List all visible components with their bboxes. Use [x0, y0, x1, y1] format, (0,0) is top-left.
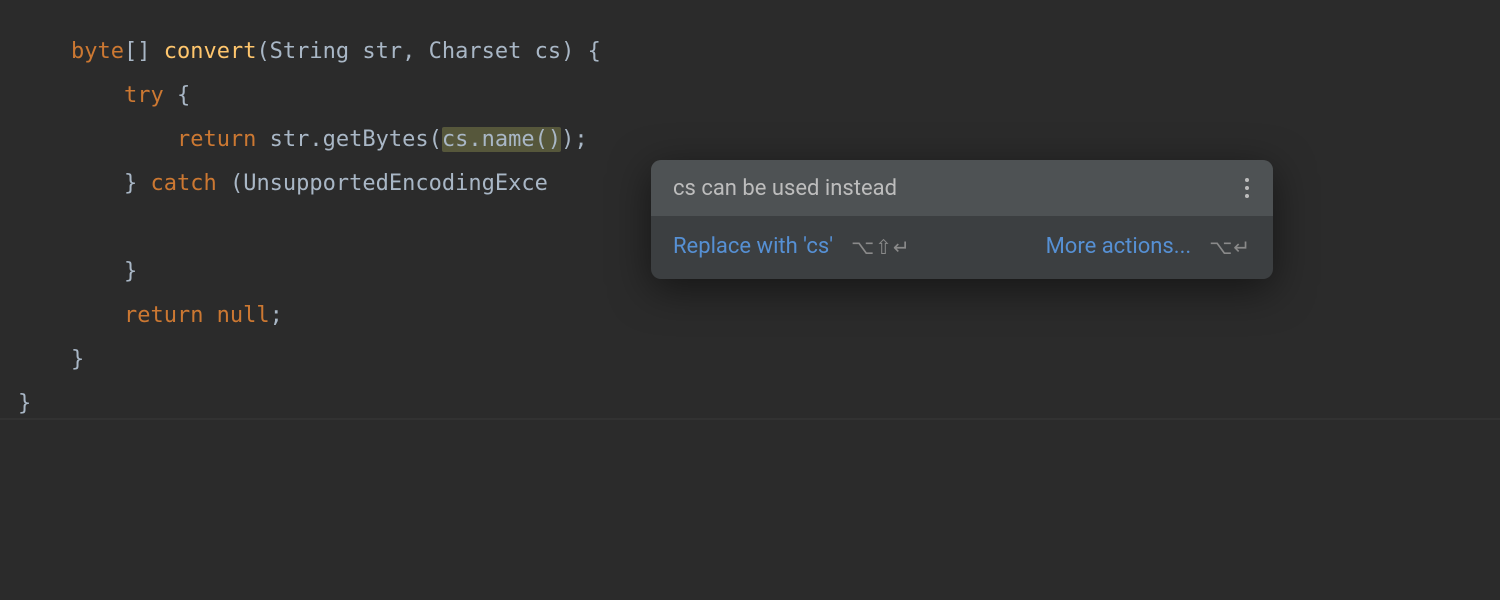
empty-line	[18, 215, 31, 240]
keyword-byte: byte	[71, 39, 124, 64]
keyword-return-null: return null	[124, 303, 270, 328]
popup-header: cs can be used instead	[651, 160, 1273, 216]
indent	[71, 259, 124, 284]
intention-popup: cs can be used instead Replace with 'cs'…	[651, 160, 1273, 279]
more-actions-link[interactable]: More actions...	[1046, 234, 1192, 259]
indent	[71, 303, 124, 328]
keyword-return: return	[177, 127, 256, 152]
editor-end-indicator	[0, 418, 1500, 420]
method-params: (String str, Charset cs) {	[256, 39, 600, 64]
brace: {	[164, 83, 191, 108]
popup-body: Replace with 'cs' ⌥⇧↵ More actions... ⌥↵	[651, 216, 1273, 279]
brace: }	[124, 259, 137, 284]
keyword-try: try	[124, 83, 164, 108]
replace-action-link[interactable]: Replace with 'cs'	[673, 234, 833, 259]
code-line[interactable]: return null;	[18, 294, 1500, 338]
brace: }	[18, 391, 31, 416]
more-actions-shortcut: ⌥↵	[1209, 235, 1251, 259]
catch-params: (UnsupportedEncodingExce	[217, 171, 548, 196]
code-line[interactable]: return str.getBytes(cs.name());	[18, 118, 1500, 162]
method-call-end: );	[561, 127, 588, 152]
brace: }	[71, 347, 84, 372]
method-call: str.getBytes(	[256, 127, 441, 152]
indent	[71, 83, 124, 108]
brace-close: }	[124, 171, 151, 196]
code-line[interactable]: }	[18, 338, 1500, 382]
method-name: convert	[164, 39, 257, 64]
code-line[interactable]: byte[] convert(String str, Charset cs) {	[18, 30, 1500, 74]
indent	[71, 127, 177, 152]
semicolon: ;	[270, 303, 283, 328]
keyword-catch: catch	[150, 171, 216, 196]
code-line[interactable]: try {	[18, 74, 1500, 118]
highlighted-expression[interactable]: cs.name()	[442, 127, 561, 152]
popup-title: cs can be used instead	[673, 176, 897, 201]
more-vertical-icon[interactable]	[1241, 174, 1253, 202]
indent	[71, 171, 124, 196]
replace-shortcut: ⌥⇧↵	[851, 235, 911, 259]
text-brackets: []	[124, 39, 164, 64]
